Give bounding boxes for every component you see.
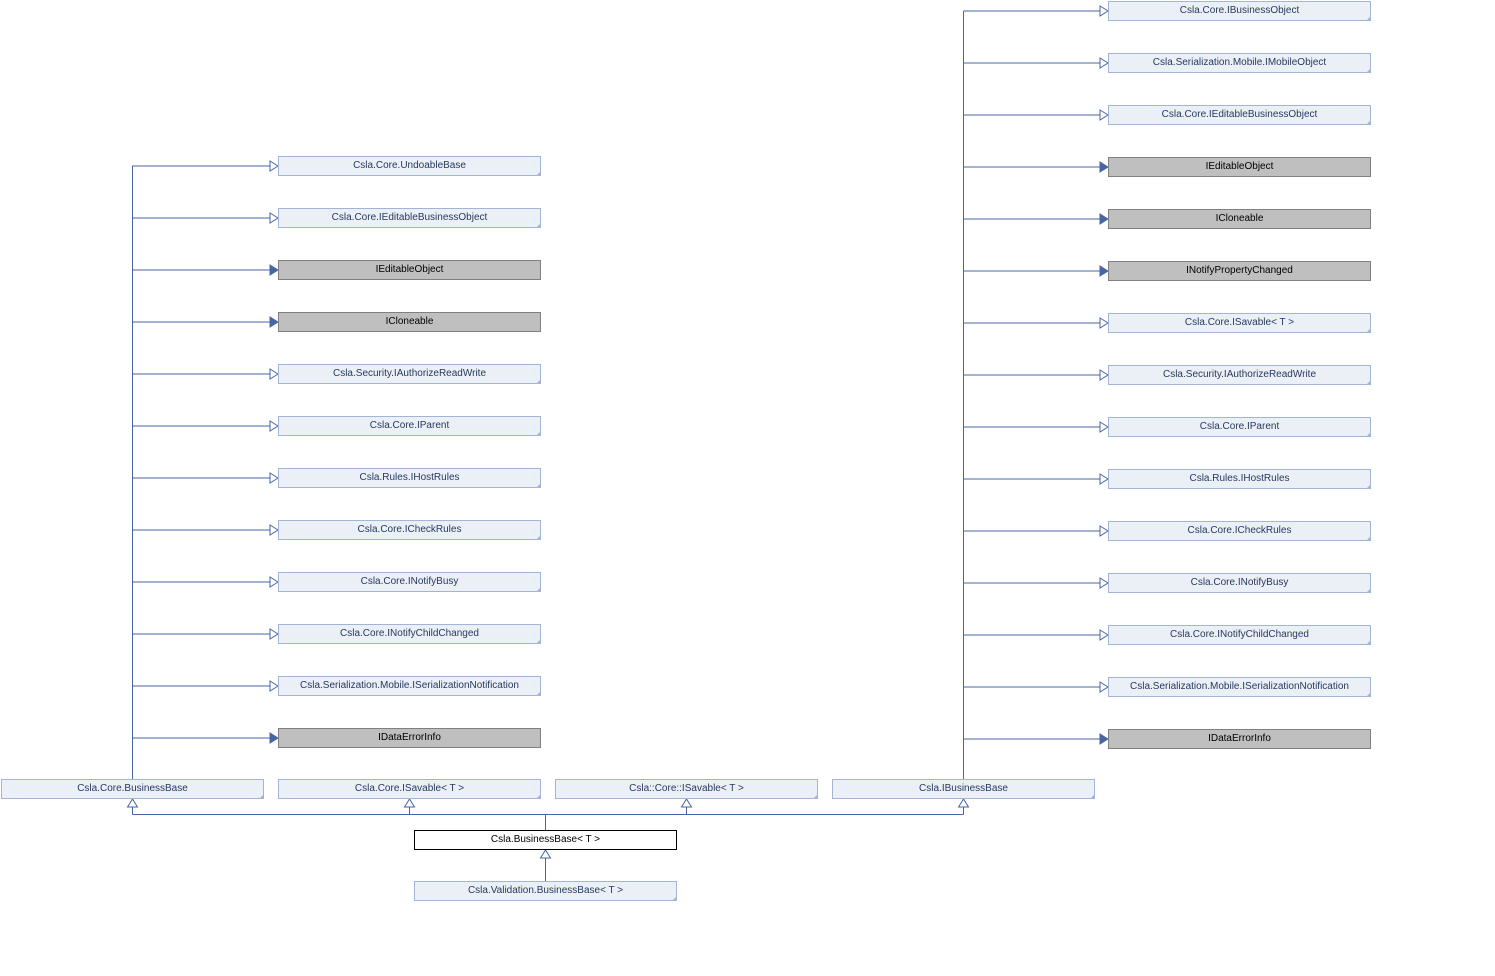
node-csla-serialization-mobile-iserializationnotification[interactable]: Csla.Serialization.Mobile.ISerialization… — [1108, 677, 1371, 697]
node-csla-core-inotifychildchanged[interactable]: Csla.Core.INotifyChildChanged — [1108, 625, 1371, 645]
node-csla-core-ieditablebusinessobject[interactable]: Csla.Core.IEditableBusinessObject — [278, 208, 541, 228]
node-csla-core-iparent[interactable]: Csla.Core.IParent — [278, 416, 541, 436]
node-idataerrorinfo: IDataErrorInfo — [1108, 729, 1371, 749]
node-csla-core-inotifybusy[interactable]: Csla.Core.INotifyBusy — [278, 572, 541, 592]
node-csla-core-isavable-t[interactable]: Csla.Core.ISavable< T > — [278, 779, 541, 799]
node-csla-validation-businessbase-t[interactable]: Csla.Validation.BusinessBase< T > — [414, 881, 677, 901]
node-csla-serialization-mobile-iserializationnotification[interactable]: Csla.Serialization.Mobile.ISerialization… — [278, 676, 541, 696]
node-csla-core-businessbase[interactable]: Csla.Core.BusinessBase — [1, 779, 264, 799]
node-inotifypropertychanged: INotifyPropertyChanged — [1108, 261, 1371, 281]
node-csla-core-ieditablebusinessobject[interactable]: Csla.Core.IEditableBusinessObject — [1108, 105, 1371, 125]
node-ieditableobject: IEditableObject — [1108, 157, 1371, 177]
node-csla-core-isavable-t[interactable]: Csla.Core.ISavable< T > — [1108, 313, 1371, 333]
node-icloneable: ICloneable — [278, 312, 541, 332]
node-csla-security-iauthorizereadwrite[interactable]: Csla.Security.IAuthorizeReadWrite — [1108, 365, 1371, 385]
node-csla-rules-ihostrules[interactable]: Csla.Rules.IHostRules — [1108, 469, 1371, 489]
node-csla-core-isavable-t[interactable]: Csla::Core::ISavable< T > — [555, 779, 818, 799]
node-icloneable: ICloneable — [1108, 209, 1371, 229]
node-csla-core-inotifybusy[interactable]: Csla.Core.INotifyBusy — [1108, 573, 1371, 593]
node-csla-rules-ihostrules[interactable]: Csla.Rules.IHostRules — [278, 468, 541, 488]
node-idataerrorinfo: IDataErrorInfo — [278, 728, 541, 748]
node-csla-core-ibusinessobject[interactable]: Csla.Core.IBusinessObject — [1108, 1, 1371, 21]
node-csla-core-iparent[interactable]: Csla.Core.IParent — [1108, 417, 1371, 437]
node-csla-core-icheckrules[interactable]: Csla.Core.ICheckRules — [1108, 521, 1371, 541]
node-csla-businessbase-t: Csla.BusinessBase< T > — [414, 830, 677, 850]
node-csla-core-undoablebase[interactable]: Csla.Core.UndoableBase — [278, 156, 541, 176]
node-ieditableobject: IEditableObject — [278, 260, 541, 280]
node-csla-security-iauthorizereadwrite[interactable]: Csla.Security.IAuthorizeReadWrite — [278, 364, 541, 384]
node-csla-core-inotifychildchanged[interactable]: Csla.Core.INotifyChildChanged — [278, 624, 541, 644]
node-csla-core-icheckrules[interactable]: Csla.Core.ICheckRules — [278, 520, 541, 540]
node-csla-serialization-mobile-imobileobject[interactable]: Csla.Serialization.Mobile.IMobileObject — [1108, 53, 1371, 73]
node-csla-ibusinessbase[interactable]: Csla.IBusinessBase — [832, 779, 1095, 799]
